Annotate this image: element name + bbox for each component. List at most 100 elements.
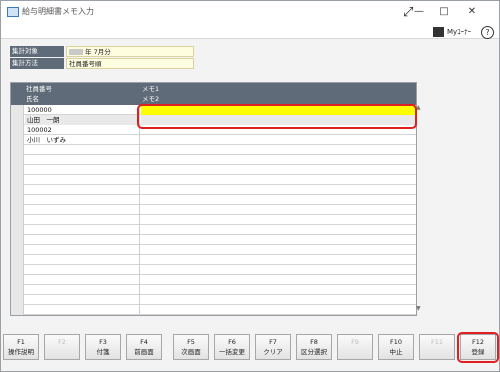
fkey-f10-button[interactable]: F10 中止 bbox=[378, 334, 414, 360]
fkey-label: 中止 bbox=[389, 348, 403, 356]
row-header[interactable] bbox=[11, 125, 24, 135]
table-row[interactable] bbox=[11, 235, 416, 245]
table-row[interactable] bbox=[11, 285, 416, 295]
row-header[interactable] bbox=[11, 285, 24, 295]
row-header[interactable] bbox=[11, 145, 24, 155]
employee-cell bbox=[25, 145, 140, 155]
memo-cell[interactable] bbox=[141, 195, 416, 205]
employee-cell bbox=[25, 285, 140, 295]
memo-cell[interactable] bbox=[141, 285, 416, 295]
help-icon[interactable]: ? bbox=[481, 26, 494, 39]
memo-cell[interactable] bbox=[141, 135, 416, 145]
function-key-bar: F1 操作説明 F2 F3 付箋 F4 前画面 F5 次画面 F6 一括変更 F7 クリア F8 区分選択 F… bbox=[1, 332, 499, 362]
header-memo1: メモ1 bbox=[142, 85, 160, 93]
row-header[interactable] bbox=[11, 185, 24, 195]
row-header[interactable] bbox=[11, 215, 24, 225]
memo-cell[interactable] bbox=[141, 245, 416, 255]
memo-cell[interactable] bbox=[141, 275, 416, 285]
table-row[interactable] bbox=[11, 145, 416, 155]
expand-icon[interactable]: ⤢ bbox=[403, 6, 413, 19]
table-row[interactable] bbox=[11, 185, 416, 195]
info-label: 集計方法 bbox=[10, 58, 64, 69]
memo-cell[interactable] bbox=[141, 175, 416, 185]
row-header[interactable] bbox=[11, 135, 24, 145]
fkey-label: 区分選択 bbox=[301, 348, 327, 356]
employee-cell bbox=[25, 295, 140, 305]
vertical-scrollbar[interactable]: ▲ ▼ bbox=[415, 104, 423, 314]
table-row[interactable]: 小川 いずみ bbox=[11, 135, 416, 145]
table-row[interactable] bbox=[11, 275, 416, 285]
row-header[interactable] bbox=[11, 305, 24, 315]
fkey-label: 操作説明 bbox=[8, 348, 34, 356]
row-header[interactable] bbox=[11, 195, 24, 205]
table-row[interactable] bbox=[11, 225, 416, 235]
row-header[interactable] bbox=[11, 235, 24, 245]
row-header[interactable] bbox=[11, 275, 24, 285]
memo-cell[interactable] bbox=[141, 235, 416, 245]
row-header[interactable] bbox=[11, 205, 24, 215]
fkey-label: 付箋 bbox=[96, 348, 110, 356]
row-header[interactable] bbox=[11, 225, 24, 235]
header-memo2: メモ2 bbox=[142, 95, 160, 103]
scroll-down-icon[interactable]: ▼ bbox=[416, 305, 421, 312]
row-header[interactable] bbox=[11, 255, 24, 265]
row-header[interactable] bbox=[11, 175, 24, 185]
table-row[interactable] bbox=[11, 175, 416, 185]
row-header[interactable] bbox=[11, 115, 24, 125]
employee-cell: 山田 一朗 bbox=[25, 115, 140, 125]
fkey-number: F9 bbox=[351, 338, 359, 346]
row-header[interactable] bbox=[11, 105, 24, 115]
fkey-f6-button[interactable]: F6 一括変更 bbox=[214, 334, 250, 360]
memo-cell[interactable] bbox=[141, 305, 416, 315]
employee-cell bbox=[25, 185, 140, 195]
employee-cell bbox=[25, 175, 140, 185]
memo-cell[interactable] bbox=[141, 255, 416, 265]
fkey-f3-button[interactable]: F3 付箋 bbox=[85, 334, 121, 360]
row-header[interactable] bbox=[11, 155, 24, 165]
fkey-label: 前画面 bbox=[134, 348, 154, 356]
table-row[interactable] bbox=[11, 215, 416, 225]
fkey-f11-button: F11 bbox=[419, 334, 455, 360]
memo-cell[interactable] bbox=[141, 225, 416, 235]
fkey-number: F11 bbox=[430, 338, 443, 346]
fkey-f4-button[interactable]: F4 前画面 bbox=[126, 334, 162, 360]
memo-cell[interactable] bbox=[141, 165, 416, 175]
table-row[interactable] bbox=[11, 255, 416, 265]
memo-cell[interactable] bbox=[141, 265, 416, 275]
grid-header: 社員番号 氏名 メモ1 メモ2 bbox=[11, 83, 416, 105]
fkey-f1-button[interactable]: F1 操作説明 bbox=[3, 334, 39, 360]
memo-cell[interactable] bbox=[141, 215, 416, 225]
memo-cell[interactable] bbox=[141, 185, 416, 195]
table-row[interactable] bbox=[11, 205, 416, 215]
employee-cell: 100002 bbox=[25, 125, 140, 135]
table-row[interactable] bbox=[11, 165, 416, 175]
fkey-number: F10 bbox=[389, 338, 402, 346]
memo-cell[interactable] bbox=[141, 205, 416, 215]
window-title: 給与明細書メモ入力 bbox=[22, 7, 94, 16]
info-value: 年 7月分 bbox=[66, 46, 194, 57]
memo-cell[interactable] bbox=[141, 295, 416, 305]
row-header[interactable] bbox=[11, 295, 24, 305]
table-row[interactable] bbox=[11, 155, 416, 165]
row-header[interactable] bbox=[11, 165, 24, 175]
table-row[interactable] bbox=[11, 195, 416, 205]
employee-cell bbox=[25, 255, 140, 265]
fkey-f8-button[interactable]: F8 区分選択 bbox=[296, 334, 332, 360]
memo-cell[interactable] bbox=[141, 145, 416, 155]
close-button[interactable]: ✕ bbox=[461, 3, 483, 21]
table-row[interactable] bbox=[11, 295, 416, 305]
fkey-number: F5 bbox=[187, 338, 195, 346]
table-row[interactable] bbox=[11, 245, 416, 255]
table-row[interactable] bbox=[11, 265, 416, 275]
memo-cell[interactable] bbox=[141, 155, 416, 165]
maximize-button[interactable]: □ bbox=[433, 3, 455, 21]
row-header[interactable] bbox=[11, 265, 24, 275]
my-corner-label[interactable]: Myｺｰﾅｰ bbox=[447, 27, 471, 37]
row-header[interactable] bbox=[11, 245, 24, 255]
table-row[interactable] bbox=[11, 305, 416, 315]
my-corner-icon[interactable] bbox=[433, 27, 444, 37]
fkey-f7-button[interactable]: F7 クリア bbox=[255, 334, 291, 360]
fkey-number: F6 bbox=[228, 338, 236, 346]
employee-cell bbox=[25, 275, 140, 285]
fkey-f5-button[interactable]: F5 次画面 bbox=[173, 334, 209, 360]
